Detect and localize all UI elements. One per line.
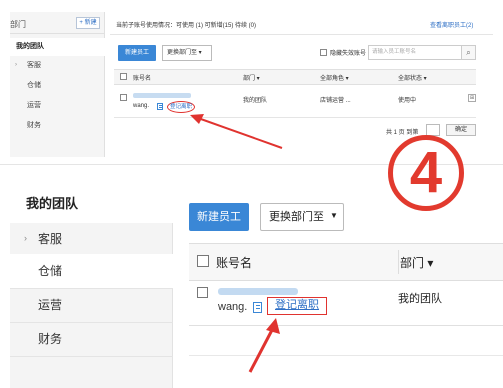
annotation-arrow-icon [248,318,280,373]
